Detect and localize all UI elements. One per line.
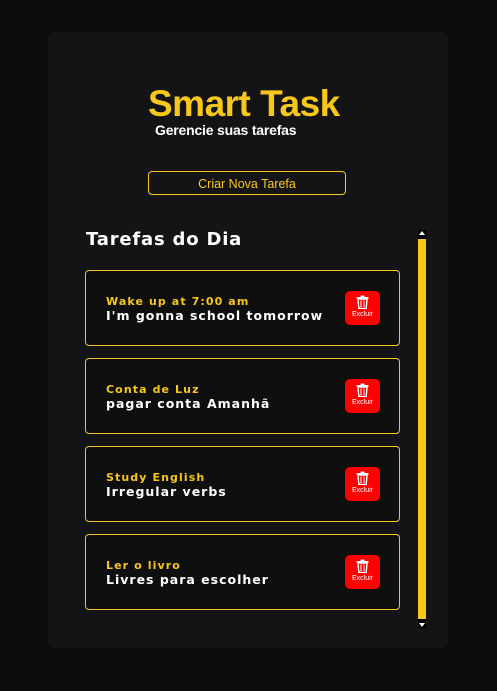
scroll-up-arrow-icon[interactable]: [419, 231, 425, 235]
task-description: I'm gonna school tomorrow: [106, 308, 324, 323]
task-title: Wake up at 7:00 am: [106, 295, 250, 308]
delete-button[interactable]: Excluir: [345, 379, 380, 413]
task-card: Wake up at 7:00 am I'm gonna school tomo…: [85, 270, 400, 346]
delete-label: Excluir: [351, 487, 373, 494]
delete-label: Excluir: [351, 399, 373, 406]
task-title: Conta de Luz: [106, 383, 200, 396]
task-description: Livres para escolher: [106, 572, 269, 587]
logo-title: Smart Task: [148, 83, 340, 124]
section-title: Tarefas do Dia: [86, 229, 243, 250]
logo: Smart Task Gerencie suas tarefas: [148, 84, 358, 144]
task-list-scrollbar[interactable]: [418, 230, 426, 628]
trash-icon: [356, 383, 369, 397]
delete-button[interactable]: Excluir: [345, 291, 380, 325]
delete-button[interactable]: Excluir: [345, 555, 380, 589]
task-card: Conta de Luz pagar conta Amanhã Excluir: [85, 358, 400, 434]
create-task-button[interactable]: Criar Nova Tarefa: [148, 171, 346, 195]
logo-subtitle: Gerencie suas tarefas: [155, 122, 297, 138]
delete-button[interactable]: Excluir: [345, 467, 380, 501]
main-card: Smart Task Gerencie suas tarefas Criar N…: [48, 32, 448, 648]
trash-icon: [356, 471, 369, 485]
scroll-thumb[interactable]: [418, 239, 426, 619]
task-title: Ler o livro: [106, 559, 181, 572]
delete-label: Excluir: [351, 575, 373, 582]
trash-icon: [356, 295, 369, 309]
task-description: Irregular verbs: [106, 484, 227, 499]
trash-icon: [356, 559, 369, 573]
task-card: Study English Irregular verbs Excluir: [85, 446, 400, 522]
scroll-down-arrow-icon[interactable]: [419, 623, 425, 627]
task-title: Study English: [106, 471, 206, 484]
task-card: Ler o livro Livres para escolher Excluir: [85, 534, 400, 610]
task-description: pagar conta Amanhã: [106, 396, 271, 411]
delete-label: Excluir: [351, 311, 373, 318]
